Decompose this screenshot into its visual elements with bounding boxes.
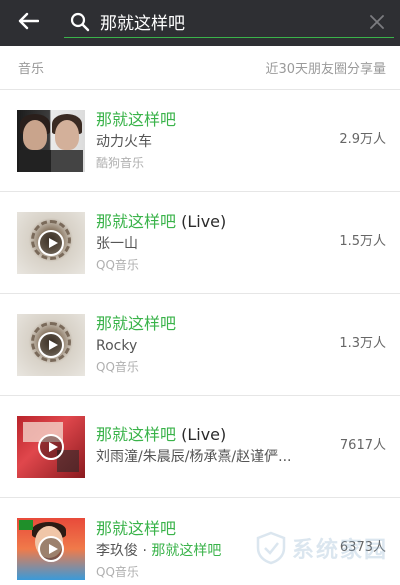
source-label: QQ音乐 xyxy=(96,360,139,374)
album-cover xyxy=(17,518,85,580)
top-bar xyxy=(0,0,400,46)
artist-name: 李玖俊 · 那就这样吧 xyxy=(96,542,222,559)
artist-name: 动力火车 xyxy=(96,134,152,150)
list-item[interactable]: 那就这样吧 动力火车 酷狗音乐 2.9万人 xyxy=(0,90,400,192)
search-bar xyxy=(64,6,394,38)
album-cover xyxy=(17,211,85,274)
section-header: 音乐 近30天朋友圈分享量 xyxy=(0,46,400,90)
play-icon[interactable] xyxy=(38,331,64,358)
section-label: 音乐 xyxy=(18,62,45,77)
close-icon xyxy=(370,14,384,29)
clear-search-button[interactable] xyxy=(360,7,394,37)
share-count: 6373人 xyxy=(339,540,386,555)
search-input[interactable] xyxy=(94,11,360,32)
artist-name: 刘雨潼/朱晨辰/杨承熹/赵谨俨... xyxy=(96,449,292,465)
album-cover xyxy=(17,109,85,172)
results-list: 那就这样吧 动力火车 酷狗音乐 2.9万人 那就这样吧 (Live) 张一山 Q… xyxy=(0,90,400,585)
play-icon[interactable] xyxy=(38,229,64,256)
back-arrow-icon xyxy=(17,12,40,34)
album-cover xyxy=(17,313,85,376)
share-count: 7617人 xyxy=(339,438,386,453)
artist-highlight: 那就这样吧 xyxy=(151,542,222,559)
list-item[interactable]: 那就这样吧 (Live) 张一山 QQ音乐 1.5万人 xyxy=(0,192,400,294)
album-cover xyxy=(17,415,85,478)
source-label: 酷狗音乐 xyxy=(96,156,145,170)
list-item[interactable]: 那就这样吧 (Live) 刘雨潼/朱晨辰/杨承熹/赵谨俨... 7617人 xyxy=(0,396,400,498)
play-icon[interactable] xyxy=(38,536,64,562)
list-item[interactable]: 那就这样吧 Rocky QQ音乐 1.3万人 xyxy=(0,294,400,396)
list-item[interactable]: 那就这样吧 李玖俊 · 那就这样吧 QQ音乐 6373人 xyxy=(0,498,400,585)
search-icon xyxy=(64,7,94,37)
artist-name: Rocky xyxy=(96,338,138,354)
back-button[interactable] xyxy=(0,0,56,46)
source-label: QQ音乐 xyxy=(96,258,139,272)
source-label: QQ音乐 xyxy=(96,564,139,579)
artist-name: 张一山 xyxy=(96,236,138,252)
play-icon[interactable] xyxy=(38,433,64,460)
share-count: 1.3万人 xyxy=(339,336,386,351)
share-count: 2.9万人 xyxy=(339,132,386,147)
sort-label: 近30天朋友圈分享量 xyxy=(265,62,386,77)
share-count: 1.5万人 xyxy=(339,234,386,249)
